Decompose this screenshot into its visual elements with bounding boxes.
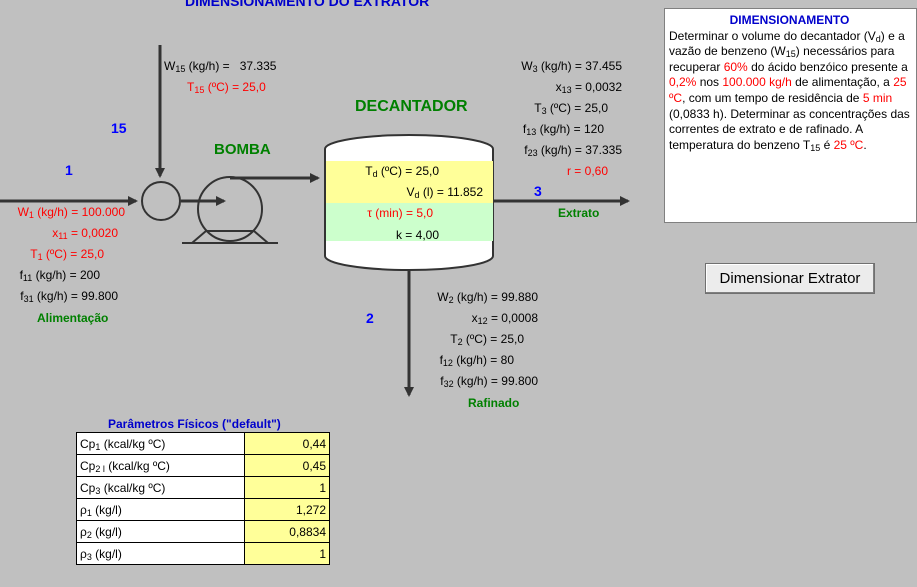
problem-statement-text: Determinar o volume do decantador (Vd) e… xyxy=(669,28,910,153)
stream-2-temperature: T2 (ºC) = 25,0 xyxy=(450,332,524,347)
stream-15-number: 15 xyxy=(111,120,127,136)
param-value-cp3[interactable]: 1 xyxy=(244,476,330,499)
stream-15-flow: W15 (kg/h) = 37.335 xyxy=(164,59,277,74)
table-row: ρ2 (kg/l) 0,8834 xyxy=(76,520,330,543)
table-row: ρ3 (kg/l) 1 xyxy=(76,542,330,565)
stream-1-number: 1 xyxy=(65,162,73,178)
stream-3-name: Extrato xyxy=(558,206,600,220)
decanter-residence-time: τ (min) = 5,0 xyxy=(367,206,433,220)
problem-statement-box: DIMENSIONAMENTO Determinar o volume do d… xyxy=(664,8,917,223)
param-name: ρ1 (kg/l) xyxy=(76,498,245,521)
stream-3-number: 3 xyxy=(534,183,542,199)
bomba-label: BOMBA xyxy=(214,141,271,158)
param-name: Cp1 (kcal/kg ºC) xyxy=(76,432,245,455)
stream-1-f31: f31 (kg/h) = 99.800 xyxy=(20,289,118,304)
param-value-rho1[interactable]: 1,272 xyxy=(244,498,330,521)
param-value-rho3[interactable]: 1 xyxy=(244,542,330,565)
param-value-rho2[interactable]: 0,8834 xyxy=(244,520,330,543)
stream-1-name: Alimentação xyxy=(37,311,109,325)
params-title: Parâmetros Físicos ("default") xyxy=(108,417,281,431)
table-row: Cp2 l (kcal/kg ºC) 0,45 xyxy=(76,454,330,477)
stream-3-temperature: T3 (ºC) = 25,0 xyxy=(534,101,608,116)
params-table: Cp1 (kcal/kg ºC) 0,44 Cp2 l (kcal/kg ºC)… xyxy=(76,432,330,565)
mixer-circle xyxy=(141,181,181,221)
stream-3-f13: f13 (kg/h) = 120 xyxy=(522,122,604,137)
param-name: Cp3 (kcal/kg ºC) xyxy=(76,476,245,499)
stream-3-recovery: r = 0,60 xyxy=(566,164,608,178)
stream-3-flow: W3 (kg/h) = 37.455 xyxy=(521,59,622,74)
dimensionar-extrator-button[interactable]: Dimensionar Extrator xyxy=(705,263,875,294)
param-name: ρ3 (kg/l) xyxy=(76,542,245,565)
table-row: Cp1 (kcal/kg ºC) 0,44 xyxy=(76,432,330,455)
stream-2-number: 2 xyxy=(366,310,374,326)
decanter-volume: Vd (l) = 11.852 xyxy=(406,185,483,200)
param-name: Cp2 l (kcal/kg ºC) xyxy=(76,454,245,477)
stream-1-concentration: x11 = 0,0020 xyxy=(52,226,118,241)
stream-2-flow: W2 (kg/h) = 99.880 xyxy=(437,290,538,305)
stream-3-f23: f23 (kg/h) = 37.335 xyxy=(524,143,622,158)
stream-2-f12: f12 (kg/h) = 80 xyxy=(439,353,514,368)
problem-statement-title: DIMENSIONAMENTO xyxy=(729,13,850,27)
stream-2-name: Rafinado xyxy=(468,396,520,410)
stream-1-flow: W1 (kg/h) = 100.000 xyxy=(17,205,125,220)
param-value-cp2[interactable]: 0,45 xyxy=(244,454,330,477)
stream-1-temperature: T1 (ºC) = 25,0 xyxy=(30,247,104,262)
table-row: Cp3 (kcal/kg ºC) 1 xyxy=(76,476,330,499)
stream-2-concentration: x12 = 0,0008 xyxy=(471,311,538,326)
stream-2-f32: f32 (kg/h) = 99.800 xyxy=(440,374,538,389)
decanter-k: k = 4,00 xyxy=(395,228,439,242)
param-value-cp1[interactable]: 0,44 xyxy=(244,432,330,455)
stream-15-temperature: T15 (ºC) = 25,0 xyxy=(187,80,266,95)
param-name: ρ2 (kg/l) xyxy=(76,520,245,543)
stream-1-f11: f11 (kg/h) = 200 xyxy=(19,268,100,283)
decantador-label: DECANTADOR xyxy=(355,98,468,115)
decanter-temperature: Td (ºC) = 25,0 xyxy=(365,164,439,179)
stream-3-concentration: x13 = 0,0032 xyxy=(555,80,622,95)
table-row: ρ1 (kg/l) 1,272 xyxy=(76,498,330,521)
